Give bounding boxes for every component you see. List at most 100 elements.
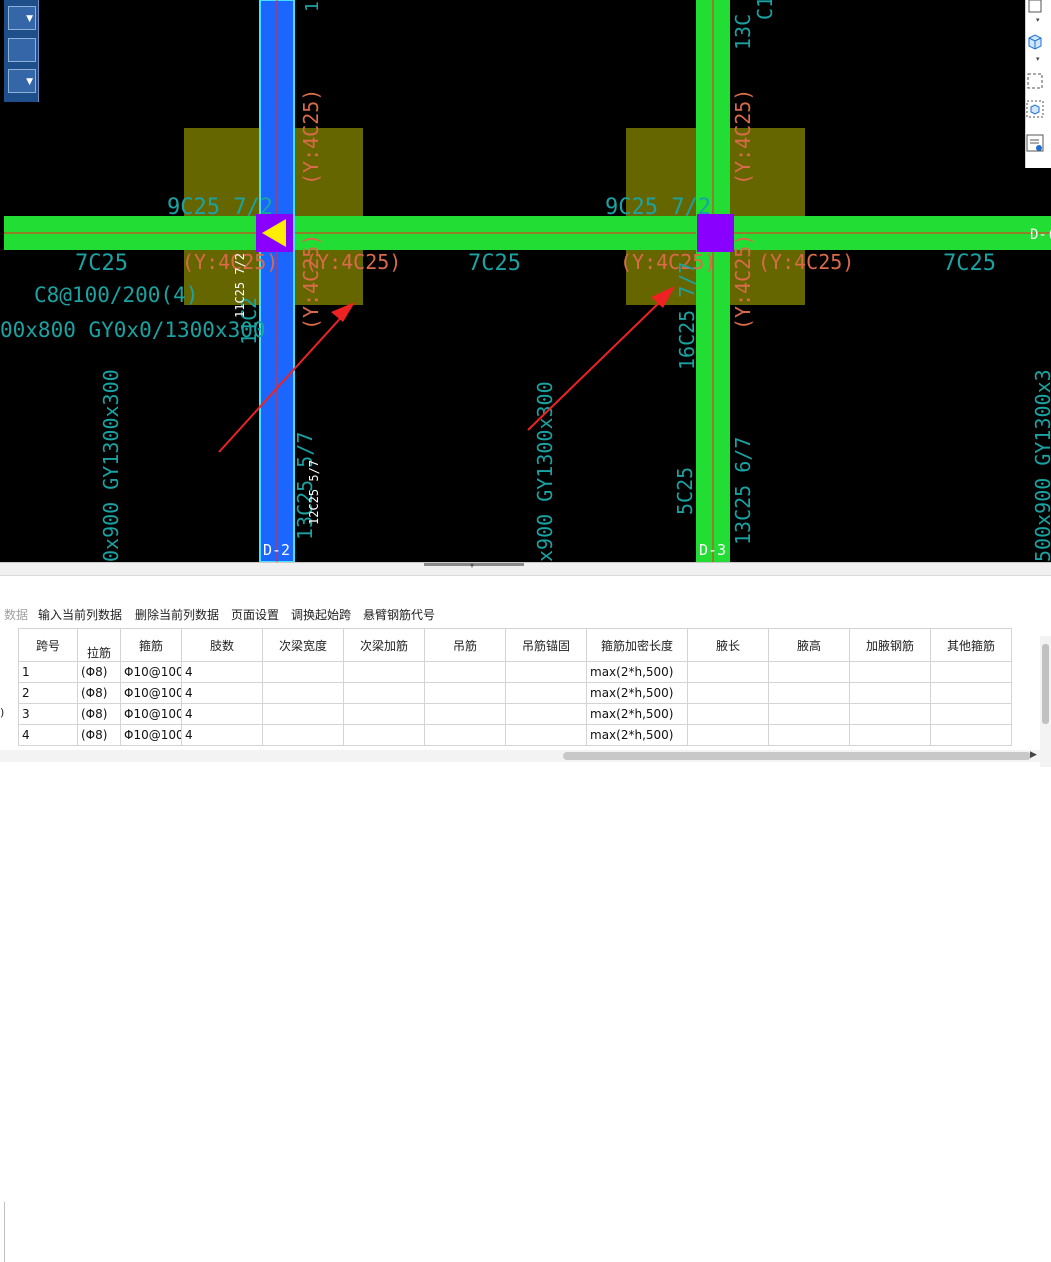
- cell-empty[interactable]: [931, 662, 1012, 683]
- menu-item-data[interactable]: 数据: [4, 606, 28, 623]
- chevron-down-icon[interactable]: ▾: [470, 561, 474, 570]
- row-marker: ): [0, 706, 5, 719]
- cell-empty[interactable]: [850, 662, 931, 683]
- toolbar-dropdown-3[interactable]: ▼: [8, 69, 36, 93]
- vertical-scrollbar[interactable]: [1040, 636, 1051, 767]
- cell-empty[interactable]: [263, 683, 344, 704]
- list-view-icon[interactable]: [1026, 134, 1044, 152]
- horizontal-scroll-thumb[interactable]: [563, 752, 1031, 760]
- chevron-down-icon[interactable]: ▾: [1036, 16, 1040, 24]
- cell-tie[interactable]: (Φ8): [78, 683, 121, 704]
- cell-dense-length[interactable]: max(2*h,500): [587, 683, 688, 704]
- cell-empty[interactable]: [263, 662, 344, 683]
- cell-empty[interactable]: [769, 704, 850, 725]
- right-view-toolbar: ▾ ▾: [1025, 0, 1051, 168]
- dashed-select-icon[interactable]: [1026, 72, 1044, 90]
- beam-data-table[interactable]: 跨号 拉筋 箍筋 肢数 次梁宽度 次梁加筋 吊筋 吊筋锚固 箍筋加密长度 腋长 …: [0, 628, 1040, 748]
- cell-span[interactable]: 4: [18, 725, 78, 746]
- cube-icon[interactable]: [1026, 32, 1044, 50]
- col-header-other-stirrup[interactable]: 其他箍筋: [931, 628, 1012, 662]
- horizontal-scrollbar[interactable]: ▶: [0, 750, 1040, 762]
- col-header-haunch-length[interactable]: 腋长: [688, 628, 769, 662]
- col-header-hanger-anchor[interactable]: 吊筋锚固: [506, 628, 587, 662]
- cell-stirrup[interactable]: Φ10@100: [121, 683, 182, 704]
- cad-drawing[interactable]: D-2 D-3 D-( 9C25 7/2 9C25 7/2 7C25 7C25 …: [0, 0, 1051, 562]
- cell-empty[interactable]: [769, 683, 850, 704]
- cell-tie[interactable]: (Φ8): [78, 662, 121, 683]
- cell-stirrup[interactable]: Φ10@100: [121, 662, 182, 683]
- cell-tie[interactable]: (Φ8): [78, 725, 121, 746]
- toolbar-field-2[interactable]: [8, 38, 36, 62]
- panel-menubar: 数据 输入当前列数据 删除当前列数据 页面设置 调换起始跨 悬臂钢筋代号: [0, 603, 1051, 623]
- cell-empty[interactable]: [506, 704, 587, 725]
- cell-empty[interactable]: [506, 683, 587, 704]
- cell-empty[interactable]: [931, 683, 1012, 704]
- box-icon[interactable]: [1026, 0, 1044, 18]
- vertical-scroll-thumb[interactable]: [1042, 644, 1049, 724]
- cell-empty[interactable]: [344, 725, 425, 746]
- cell-stirrup[interactable]: Φ10@100: [121, 725, 182, 746]
- cell-empty[interactable]: [688, 683, 769, 704]
- col-header-haunch-rebar[interactable]: 加腋钢筋: [850, 628, 931, 662]
- col-header-blank[interactable]: [78, 628, 121, 645]
- cell-empty[interactable]: [850, 725, 931, 746]
- cell-empty[interactable]: [769, 662, 850, 683]
- menu-item-input-column[interactable]: 输入当前列数据: [38, 606, 122, 623]
- toolbar-dropdown-1[interactable]: ▼: [8, 6, 36, 30]
- cell-empty[interactable]: [931, 704, 1012, 725]
- col-header-secondary-rebar[interactable]: 次梁加筋: [344, 628, 425, 662]
- col-header-span[interactable]: 跨号: [18, 628, 78, 662]
- cell-empty[interactable]: [931, 725, 1012, 746]
- cell-legs[interactable]: 4: [182, 683, 263, 704]
- panel-splitter[interactable]: ▾: [0, 561, 1051, 576]
- cell-legs[interactable]: 4: [182, 704, 263, 725]
- col-header-dense-length[interactable]: 箍筋加密长度: [587, 628, 688, 662]
- col-header-haunch-height[interactable]: 腋高: [769, 628, 850, 662]
- chevron-down-icon[interactable]: ▾: [1036, 55, 1040, 63]
- rebar-text: C1: [753, 0, 777, 20]
- cell-span[interactable]: 3: [18, 704, 78, 725]
- axis-label-d2: D-2: [263, 541, 290, 559]
- scroll-right-arrow-icon[interactable]: ▶: [1030, 750, 1037, 760]
- menu-item-page-setup[interactable]: 页面设置: [231, 606, 279, 623]
- cad-drawing-canvas[interactable]: D-2 D-3 D-( 9C25 7/2 9C25 7/2 7C25 7C25 …: [0, 0, 1051, 562]
- cell-empty[interactable]: [506, 725, 587, 746]
- cell-empty[interactable]: [688, 704, 769, 725]
- cell-empty[interactable]: [769, 725, 850, 746]
- cell-span[interactable]: 2: [18, 683, 78, 704]
- cell-empty[interactable]: [688, 662, 769, 683]
- cell-empty[interactable]: [506, 662, 587, 683]
- menu-item-delete-column[interactable]: 删除当前列数据: [135, 606, 219, 623]
- cell-dense-length[interactable]: max(2*h,500): [587, 725, 688, 746]
- cell-empty[interactable]: [425, 704, 506, 725]
- cell-dense-length[interactable]: max(2*h,500): [587, 662, 688, 683]
- cell-empty[interactable]: [344, 662, 425, 683]
- col-header-stirrup[interactable]: 箍筋: [121, 628, 182, 662]
- col-header-legs[interactable]: 肢数: [182, 628, 263, 662]
- dropdown-arrow-icon: ▼: [26, 77, 33, 87]
- cell-stirrup[interactable]: Φ10@100: [121, 704, 182, 725]
- menu-item-cantilever-code[interactable]: 悬臂钢筋代号: [363, 606, 435, 623]
- cell-empty[interactable]: [263, 725, 344, 746]
- cell-legs[interactable]: 4: [182, 725, 263, 746]
- cell-empty[interactable]: [425, 725, 506, 746]
- cell-legs[interactable]: 4: [182, 662, 263, 683]
- col-header-tie[interactable]: 拉筋: [78, 645, 121, 662]
- cell-empty[interactable]: [850, 704, 931, 725]
- cell-span[interactable]: 1: [18, 662, 78, 683]
- view-3d-icon[interactable]: [1026, 100, 1044, 118]
- cell-dense-length[interactable]: max(2*h,500): [587, 704, 688, 725]
- cell-tie[interactable]: (Φ8): [78, 704, 121, 725]
- cell-empty[interactable]: [688, 725, 769, 746]
- cell-empty[interactable]: [344, 683, 425, 704]
- cell-empty[interactable]: [344, 704, 425, 725]
- cell-empty[interactable]: [425, 683, 506, 704]
- cell-empty[interactable]: [425, 662, 506, 683]
- rebar-text: 7C25: [943, 251, 996, 276]
- cell-empty[interactable]: [850, 683, 931, 704]
- col-header-secondary-width[interactable]: 次梁宽度: [263, 628, 344, 662]
- cell-empty[interactable]: [263, 704, 344, 725]
- haunch-rebar-text: (Y:4C25): [182, 250, 278, 274]
- menu-item-swap-start-span[interactable]: 调换起始跨: [291, 606, 351, 623]
- col-header-hanger[interactable]: 吊筋: [425, 628, 506, 662]
